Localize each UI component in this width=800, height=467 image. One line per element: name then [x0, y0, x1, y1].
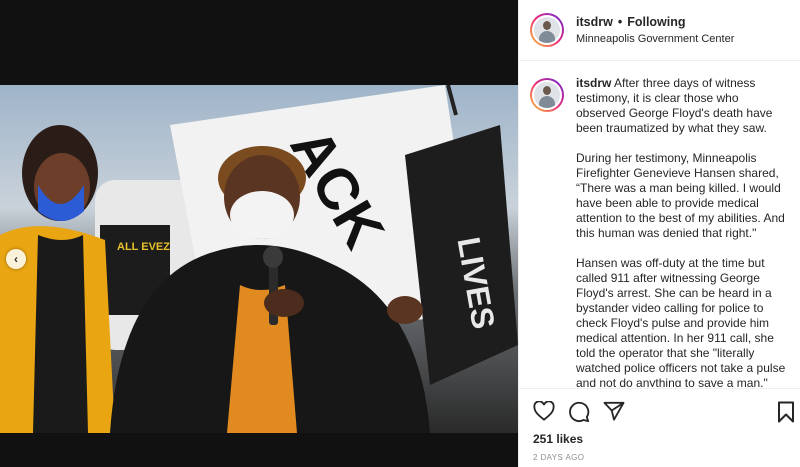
- location-link[interactable]: Minneapolis Government Center: [576, 33, 734, 45]
- separator-dot: •: [617, 15, 623, 29]
- post-media-pane: ALL EVEZ ACK LIVES ‹: [0, 0, 518, 467]
- post-photo[interactable]: ALL EVEZ ACK LIVES: [0, 85, 518, 433]
- caption-scroll-area[interactable]: itsdrw After three days of witness testi…: [519, 62, 800, 387]
- protest-photo-illustration: ALL EVEZ ACK LIVES: [0, 85, 518, 433]
- paper-plane-icon[interactable]: [603, 401, 625, 421]
- action-icons-row: [519, 389, 800, 425]
- author-username[interactable]: itsdrw: [576, 15, 613, 29]
- caption-paragraph: itsdrw After three days of witness testi…: [576, 76, 788, 136]
- post-actions: 251 likes 2 DAYS AGO: [519, 388, 800, 467]
- post-side-pane: itsdrw • Following Minneapolis Governmen…: [518, 0, 800, 467]
- avatar-image: [532, 80, 562, 110]
- caption-paragraph: Hansen was off-duty at the time but call…: [576, 256, 786, 387]
- caption-username[interactable]: itsdrw: [576, 76, 611, 90]
- post-header: itsdrw • Following Minneapolis Governmen…: [519, 0, 800, 61]
- post-timestamp[interactable]: 2 DAYS AGO: [533, 453, 584, 462]
- following-button[interactable]: Following: [627, 15, 685, 29]
- caption-avatar[interactable]: [530, 78, 564, 112]
- caption-text: itsdrw After three days of witness testi…: [576, 76, 788, 387]
- carousel-previous-button[interactable]: ‹: [6, 249, 26, 269]
- likes-count[interactable]: 251 likes: [533, 432, 583, 446]
- bookmark-icon[interactable]: [777, 401, 795, 423]
- header-user-line: itsdrw • Following: [576, 15, 734, 29]
- comment-icon[interactable]: [568, 401, 590, 423]
- heart-icon[interactable]: [533, 401, 555, 421]
- caption-row: itsdrw After three days of witness testi…: [530, 76, 791, 387]
- author-avatar[interactable]: [530, 13, 564, 47]
- poster-text: ALL EVEZ: [117, 241, 170, 253]
- caption-paragraph: During her testimony, Minneapolis Firefi…: [576, 151, 785, 240]
- avatar-image: [532, 15, 562, 45]
- header-text: itsdrw • Following Minneapolis Governmen…: [576, 15, 734, 45]
